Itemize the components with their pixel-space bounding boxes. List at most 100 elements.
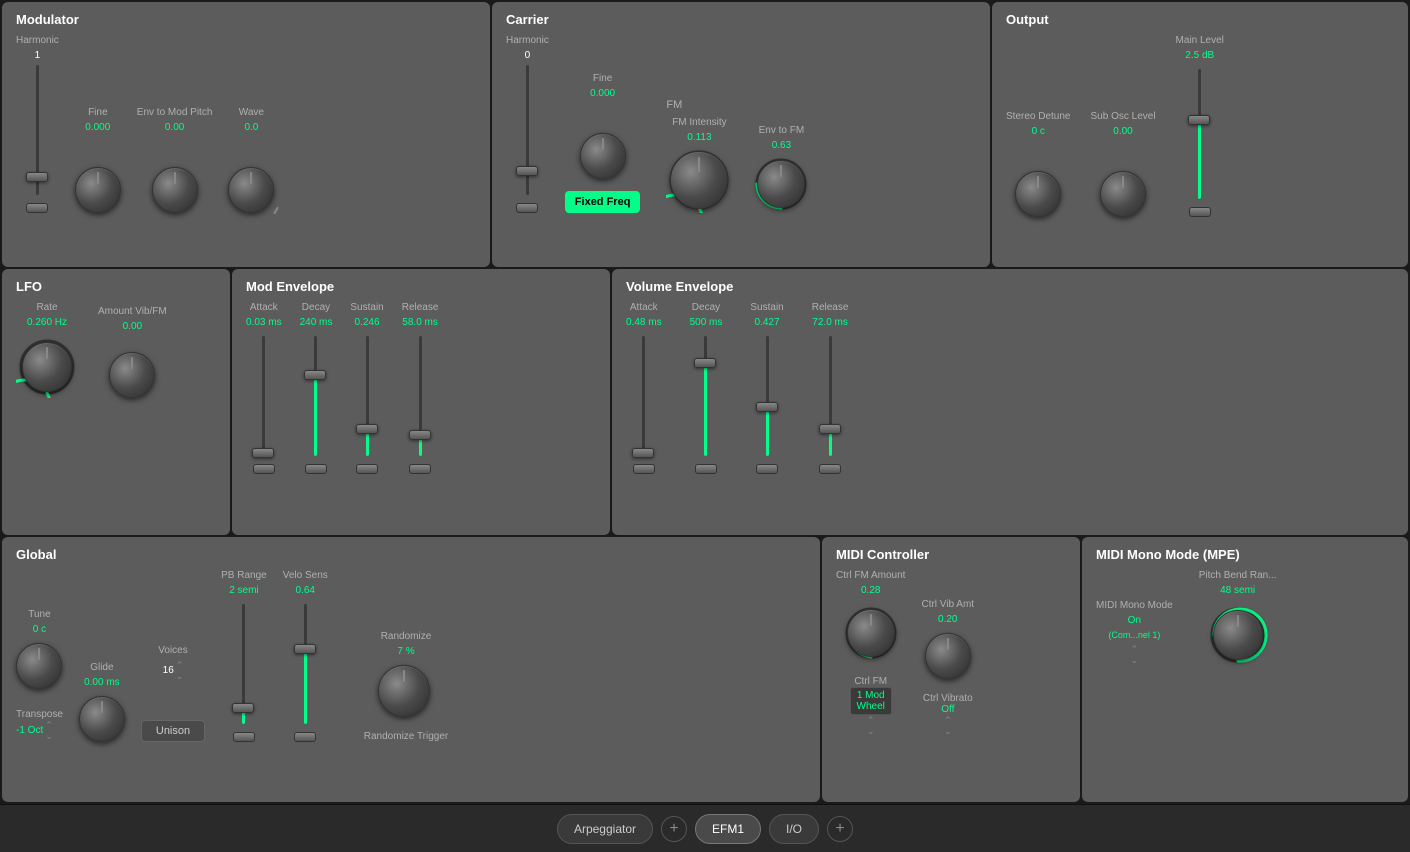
carrier-harmonic-group: Harmonic 0 [506, 35, 549, 213]
vol-decay-slider[interactable] [694, 358, 716, 368]
output-panel: Output Stereo Detune 0 c Sub Osc Level 0… [992, 2, 1408, 267]
ctrl-fm-arrow[interactable]: ⌃⌄ [850, 715, 892, 737]
glide-group: Glide 0.00 ms [79, 662, 125, 742]
vol-attack-slider[interactable] [632, 448, 654, 458]
carrier-harmonic-slider[interactable] [516, 166, 538, 176]
ctrl-fm-dropdown[interactable]: 1 Mod Wheel [850, 687, 892, 715]
stereo-detune-value: 0 c [1032, 126, 1045, 137]
voices-label: Voices [158, 645, 187, 656]
transpose-arrow[interactable]: ⌃⌄ [45, 720, 53, 742]
fine-knob[interactable] [75, 167, 121, 213]
randomize-trigger-label: Randomize Trigger [364, 731, 448, 742]
main-level-slider[interactable] [1188, 115, 1210, 125]
pitch-bend-label: Pitch Bend Ran... [1199, 570, 1277, 581]
pb-range-label: PB Range [221, 570, 267, 581]
wave-label: Wave [239, 107, 264, 118]
glide-knob[interactable] [79, 696, 125, 742]
velo-sens-slider[interactable] [294, 644, 316, 654]
fine-label: Fine [88, 107, 107, 118]
glide-value: 0.00 ms [84, 677, 120, 688]
ctrl-vib-amt-knob[interactable] [925, 633, 971, 679]
fixed-freq-button[interactable]: Fixed Freq [565, 191, 641, 213]
mod-envelope-title: Mod Envelope [246, 279, 596, 294]
ctrl-vib-amt-value: 0.20 [938, 614, 957, 625]
ctrl-vibrato-arrow[interactable]: ⌃⌄ [923, 715, 973, 737]
carrier-harmonic-label: Harmonic [506, 35, 549, 46]
volume-envelope-title: Volume Envelope [626, 279, 1394, 294]
pb-range-value: 2 semi [229, 585, 258, 596]
mod-sustain-slider[interactable] [356, 424, 378, 434]
fine-group: Fine 0.000 [75, 107, 121, 213]
lfo-panel: LFO Rate 0.260 Hz Amount Vi [2, 269, 230, 534]
midi-mono-title: MIDI Mono Mode (MPE) [1096, 547, 1394, 562]
stereo-detune-group: Stereo Detune 0 c [1006, 111, 1071, 217]
mod-envelope-panel: Mod Envelope Attack 0.03 ms Decay 240 ms [232, 269, 610, 534]
velo-sens-group: Velo Sens 0.64 [283, 570, 328, 742]
fm-intensity-group: FM Intensity 0.113 [666, 117, 732, 213]
pb-range-slider[interactable] [232, 703, 254, 713]
tune-knob[interactable] [16, 643, 62, 689]
tune-value: 0 c [33, 624, 46, 635]
carrier-fine-knob[interactable] [580, 133, 626, 179]
carrier-fine-label: Fine [593, 73, 612, 84]
modulator-title: Modulator [16, 12, 476, 27]
harmonic-slider[interactable] [26, 172, 48, 182]
vol-attack-label: Attack [630, 302, 658, 313]
tab-add-left[interactable]: + [661, 816, 687, 842]
ctrl-fm-amount-label: Ctrl FM Amount [836, 570, 905, 581]
ctrl-vibrato-value: Off [923, 704, 973, 715]
vol-attack-value: 0.48 ms [626, 317, 662, 328]
unison-button[interactable]: Unison [141, 720, 205, 742]
global-title: Global [16, 547, 806, 562]
vol-sustain-group: Sustain 0.427 [750, 302, 783, 474]
mod-decay-value: 240 ms [300, 317, 333, 328]
wave-knob[interactable] [228, 167, 274, 213]
wave-group: Wave 0.0 [228, 107, 274, 213]
ctrl-fm-label: Ctrl FM [850, 676, 892, 687]
randomize-label: Randomize [381, 631, 432, 642]
harmonic-group: Harmonic 1 [16, 35, 59, 213]
mod-sustain-group: Sustain 0.246 [350, 302, 383, 474]
mod-attack-slider[interactable] [252, 448, 274, 458]
env-to-fm-group: Env to FM 0.63 [752, 125, 810, 213]
carrier-harmonic-value: 0 [525, 50, 531, 61]
tab-io[interactable]: I/O [769, 814, 819, 844]
vol-decay-label: Decay [692, 302, 720, 313]
mod-release-slider[interactable] [409, 430, 431, 440]
transpose-value: -1 Oct [16, 725, 43, 736]
randomize-knob[interactable] [378, 665, 430, 717]
mod-decay-slider[interactable] [304, 370, 326, 380]
fm-label: FM [666, 99, 810, 111]
fm-intensity-value: 0.113 [687, 132, 711, 143]
midi-mono-channel: (Com...nel 1) [1108, 630, 1160, 640]
lfo-amount-group: Amount Vib/FM 0.00 [98, 306, 167, 398]
carrier-fine-group: Fine 0.000 Fixed Freq [565, 73, 641, 213]
ctrl-fm-amount-knob[interactable] [847, 609, 895, 657]
volume-envelope-panel: Volume Envelope Attack 0.48 ms Decay 500… [612, 269, 1408, 534]
midi-mono-arrow[interactable]: ⌃⌄ [1131, 644, 1139, 666]
sub-osc-knob[interactable] [1100, 171, 1146, 217]
carrier-fine-value: 0.000 [590, 88, 615, 99]
mod-release-group: Release 58.0 ms [402, 302, 439, 474]
lfo-amount-knob[interactable] [109, 352, 155, 398]
stereo-detune-knob[interactable] [1015, 171, 1061, 217]
vol-release-slider[interactable] [819, 424, 841, 434]
pitch-bend-knob[interactable] [1213, 610, 1263, 660]
output-title: Output [1006, 12, 1394, 27]
pb-range-group: PB Range 2 semi [221, 570, 267, 742]
fm-intensity-label: FM Intensity [672, 117, 726, 128]
mod-sustain-label: Sustain [350, 302, 383, 313]
global-panel: Global Tune 0 c Transpose -1 Oct ⌃⌄ [2, 537, 820, 802]
mod-sustain-value: 0.246 [355, 317, 380, 328]
vol-decay-group: Decay 500 ms [690, 302, 723, 474]
voices-stepper[interactable]: ⌃⌄ [176, 660, 184, 682]
env-mod-pitch-knob[interactable] [152, 167, 198, 213]
midi-mono-panel: MIDI Mono Mode (MPE) MIDI Mono Mode On (… [1082, 537, 1408, 802]
tab-add-right[interactable]: + [827, 816, 853, 842]
mod-attack-value: 0.03 ms [246, 317, 282, 328]
tab-efm1[interactable]: EFM1 [695, 814, 761, 844]
lfo-rate-knob[interactable] [22, 342, 72, 392]
tune-label: Tune [28, 609, 50, 620]
tab-arpeggiator[interactable]: Arpeggiator [557, 814, 653, 844]
vol-sustain-slider[interactable] [756, 402, 778, 412]
